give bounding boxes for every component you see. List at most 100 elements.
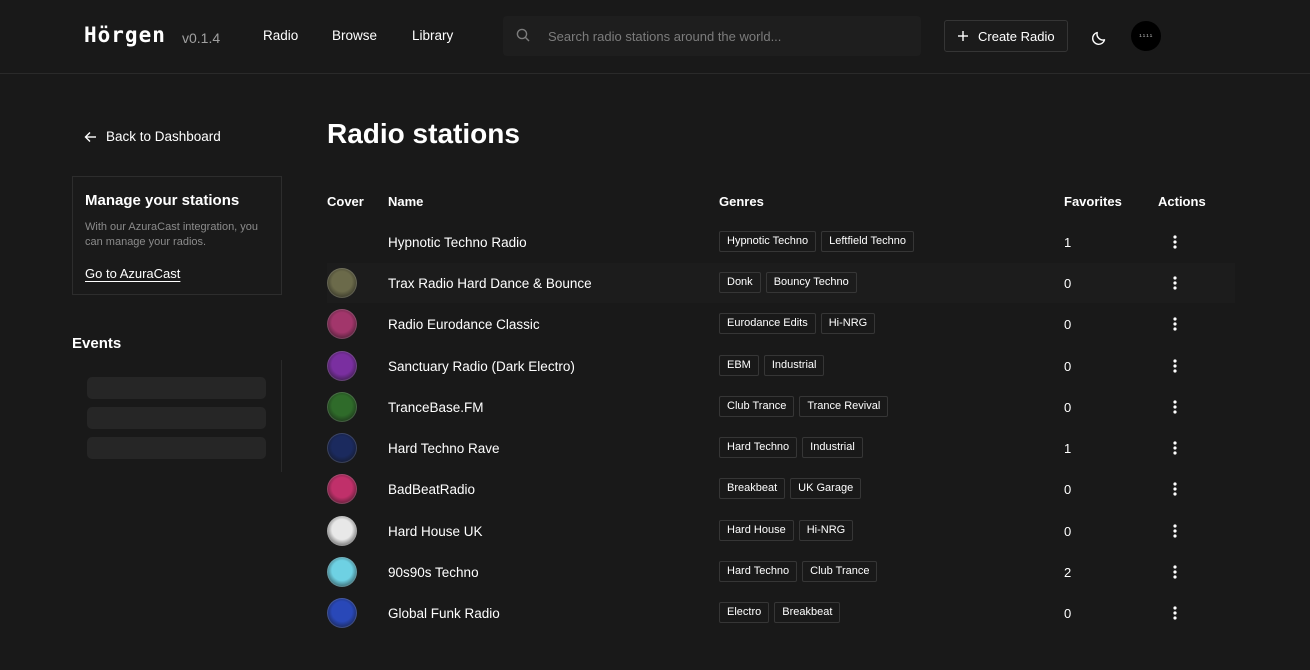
moon-icon[interactable] bbox=[1090, 27, 1110, 47]
manage-description: With our AzuraCast integration, you can … bbox=[85, 221, 259, 248]
table-row[interactable]: Hypnotic Techno Radio Hypnotic Techno Left… bbox=[327, 222, 1235, 262]
back-to-dashboard-link[interactable]: Back to Dashboard bbox=[84, 129, 221, 144]
genre-tag[interactable]: Industrial bbox=[802, 437, 863, 458]
genre-tag[interactable]: EBM bbox=[719, 355, 759, 376]
genre-list: Breakbeat UK Garage bbox=[719, 478, 862, 499]
genre-list: Electro Breakbeat bbox=[719, 602, 841, 623]
more-actions-icon[interactable] bbox=[1169, 440, 1181, 456]
back-label: Back to Dashboard bbox=[106, 129, 221, 144]
table-row[interactable]: 90s90s Techno Hard Techno Club Trance 2 bbox=[327, 552, 1235, 592]
column-header-favorites: Favorites bbox=[1064, 194, 1122, 209]
genre-list: Club Trance Trance Revival bbox=[719, 396, 889, 417]
genre-list: Eurodance Edits Hi-NRG bbox=[719, 313, 876, 334]
genre-tag[interactable]: Hypnotic Techno bbox=[719, 231, 817, 252]
station-cover bbox=[327, 392, 357, 422]
genre-list: Hypnotic Techno Leftfield Techno bbox=[719, 231, 914, 252]
favorites-count: 0 bbox=[1064, 524, 1072, 539]
genre-tag[interactable]: Club Trance bbox=[802, 561, 878, 582]
table-row[interactable]: Hard House UK Hard House Hi-NRG 0 bbox=[327, 511, 1235, 551]
station-cover bbox=[327, 351, 357, 381]
genre-tag[interactable]: Hard House bbox=[719, 520, 794, 541]
favorites-count: 0 bbox=[1064, 359, 1072, 374]
station-cover bbox=[327, 516, 357, 546]
more-actions-icon[interactable] bbox=[1169, 564, 1181, 580]
genre-tag[interactable]: Hi-NRG bbox=[820, 313, 876, 334]
more-actions-icon[interactable] bbox=[1169, 399, 1181, 415]
genre-list: Hard House Hi-NRG bbox=[719, 520, 854, 541]
more-actions-icon[interactable] bbox=[1169, 275, 1181, 291]
azuracast-link[interactable]: Go to AzuraCast bbox=[85, 266, 180, 281]
table-row[interactable]: Trax Radio Hard Dance & Bounce Donk Bouncy… bbox=[327, 263, 1235, 303]
more-actions-icon[interactable] bbox=[1169, 605, 1181, 621]
genre-tag[interactable]: Bouncy Techno bbox=[765, 272, 857, 293]
genre-list: Hard Techno Club Trance bbox=[719, 561, 878, 582]
station-name[interactable]: Global Funk Radio bbox=[388, 606, 500, 621]
station-name[interactable]: Hypnotic Techno Radio bbox=[388, 235, 527, 250]
more-actions-icon[interactable] bbox=[1169, 481, 1181, 497]
create-radio-button[interactable]: Create Radio bbox=[944, 20, 1068, 52]
create-radio-label: Create Radio bbox=[978, 28, 1055, 44]
station-name[interactable]: Radio Eurodance Classic bbox=[388, 317, 540, 332]
genre-tag[interactable]: Donk bbox=[719, 272, 761, 293]
favorites-count: 0 bbox=[1064, 482, 1072, 497]
search-input[interactable] bbox=[546, 16, 906, 56]
table-row[interactable]: BadBeatRadio Breakbeat UK Garage 0 bbox=[327, 469, 1235, 509]
genre-tag[interactable]: Breakbeat bbox=[774, 602, 841, 623]
genre-tag[interactable]: Hard Techno bbox=[719, 561, 798, 582]
genre-tag[interactable]: Hard Techno bbox=[719, 437, 798, 458]
favorites-count: 0 bbox=[1064, 276, 1072, 291]
manage-title: Manage your stations bbox=[85, 192, 240, 209]
nav-radio[interactable]: Radio bbox=[263, 28, 298, 43]
app-logo[interactable]: Hörgen bbox=[84, 23, 166, 47]
column-header-actions: Actions bbox=[1158, 194, 1206, 209]
genre-tag[interactable]: Eurodance Edits bbox=[719, 313, 816, 334]
table-row[interactable]: TranceBase.FM Club Trance Trance Revival 0 bbox=[327, 387, 1235, 427]
user-avatar[interactable]: ıııı bbox=[1131, 21, 1161, 51]
avatar-label: ıııı bbox=[1138, 33, 1154, 39]
event-skeleton bbox=[87, 377, 266, 399]
table-row[interactable]: Hard Techno Rave Hard Techno Industrial 1 bbox=[327, 428, 1235, 468]
genre-tag[interactable]: Trance Revival bbox=[799, 396, 889, 417]
nav-library[interactable]: Library bbox=[412, 28, 453, 43]
more-actions-icon[interactable] bbox=[1169, 523, 1181, 539]
more-actions-icon[interactable] bbox=[1169, 316, 1181, 332]
table-row[interactable]: Global Funk Radio Electro Breakbeat 0 bbox=[327, 593, 1235, 633]
search-bar[interactable] bbox=[503, 16, 921, 56]
station-name[interactable]: 90s90s Techno bbox=[388, 565, 479, 580]
table-row[interactable]: Sanctuary Radio (Dark Electro) EBM Industr… bbox=[327, 346, 1235, 386]
station-cover bbox=[327, 309, 357, 339]
station-name[interactable]: Trax Radio Hard Dance & Bounce bbox=[388, 276, 592, 291]
manage-stations-card: Manage your stations With our AzuraCast … bbox=[72, 176, 282, 295]
table-row[interactable]: Radio Eurodance Classic Eurodance Edits Hi… bbox=[327, 304, 1235, 344]
favorites-count: 2 bbox=[1064, 565, 1072, 580]
event-skeleton bbox=[87, 437, 266, 459]
more-actions-icon[interactable] bbox=[1169, 234, 1181, 250]
genre-list: Donk Bouncy Techno bbox=[719, 272, 857, 293]
station-cover bbox=[327, 227, 357, 257]
station-name[interactable]: Sanctuary Radio (Dark Electro) bbox=[388, 359, 575, 374]
station-name[interactable]: TranceBase.FM bbox=[388, 400, 484, 415]
column-header-name: Name bbox=[388, 194, 424, 209]
station-name[interactable]: BadBeatRadio bbox=[388, 482, 475, 497]
event-skeleton bbox=[87, 407, 266, 429]
genre-tag[interactable]: Electro bbox=[719, 602, 770, 623]
favorites-count: 1 bbox=[1064, 441, 1072, 456]
station-name[interactable]: Hard House UK bbox=[388, 524, 483, 539]
station-name[interactable]: Hard Techno Rave bbox=[388, 441, 500, 456]
events-list bbox=[72, 360, 282, 472]
genre-tag[interactable]: UK Garage bbox=[790, 478, 862, 499]
station-cover bbox=[327, 433, 357, 463]
app-version: v0.1.4 bbox=[182, 30, 221, 46]
column-header-genres: Genres bbox=[719, 194, 764, 209]
nav-browse[interactable]: Browse bbox=[332, 28, 377, 43]
genre-tag[interactable]: Hi-NRG bbox=[798, 520, 854, 541]
more-actions-icon[interactable] bbox=[1169, 358, 1181, 374]
genre-list: EBM Industrial bbox=[719, 355, 825, 376]
favorites-count: 1 bbox=[1064, 235, 1072, 250]
genre-tag[interactable]: Breakbeat bbox=[719, 478, 786, 499]
favorites-count: 0 bbox=[1064, 317, 1072, 332]
genre-tag[interactable]: Leftfield Techno bbox=[821, 231, 914, 252]
genre-tag[interactable]: Industrial bbox=[763, 355, 825, 376]
column-header-cover: Cover bbox=[327, 194, 364, 209]
genre-tag[interactable]: Club Trance bbox=[719, 396, 795, 417]
